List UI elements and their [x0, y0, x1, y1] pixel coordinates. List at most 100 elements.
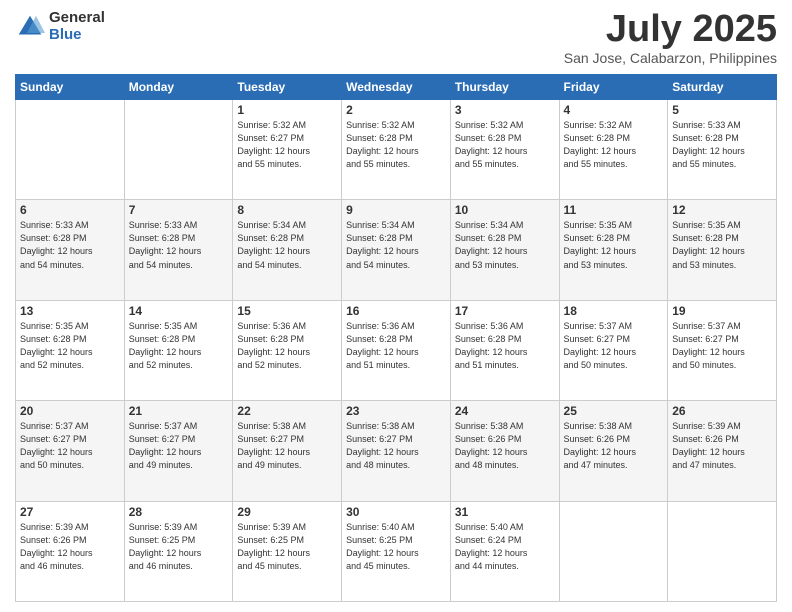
day-detail: Sunrise: 5:35 AM Sunset: 6:28 PM Dayligh… — [20, 320, 120, 372]
col-friday: Friday — [559, 75, 668, 100]
day-number: 31 — [455, 505, 555, 519]
day-number: 5 — [672, 103, 772, 117]
day-number: 12 — [672, 203, 772, 217]
day-number: 8 — [237, 203, 337, 217]
calendar-week-row: 27 Sunrise: 5:39 AM Sunset: 6:26 PM Dayli… — [16, 501, 777, 601]
day-detail: Sunrise: 5:33 AM Sunset: 6:28 PM Dayligh… — [20, 219, 120, 271]
day-detail: Sunrise: 5:37 AM Sunset: 6:27 PM Dayligh… — [564, 320, 664, 372]
logo: General Blue — [15, 10, 105, 43]
day-number: 28 — [129, 505, 229, 519]
day-number: 2 — [346, 103, 446, 117]
day-detail: Sunrise: 5:32 AM Sunset: 6:28 PM Dayligh… — [564, 119, 664, 171]
day-detail: Sunrise: 5:34 AM Sunset: 6:28 PM Dayligh… — [346, 219, 446, 271]
calendar-week-row: 1Sunrise: 5:32 AM Sunset: 6:27 PM Daylig… — [16, 100, 777, 200]
logo-blue: Blue — [49, 27, 105, 44]
day-detail: Sunrise: 5:35 AM Sunset: 6:28 PM Dayligh… — [672, 219, 772, 271]
table-row — [124, 100, 233, 200]
table-row: 14 Sunrise: 5:35 AM Sunset: 6:28 PM Dayli… — [124, 300, 233, 400]
day-detail: Sunrise: 5:36 AM Sunset: 6:28 PM Dayligh… — [237, 320, 337, 372]
table-row: 13Sunrise: 5:35 AM Sunset: 6:28 PM Dayli… — [16, 300, 125, 400]
day-number: 20 — [20, 404, 120, 418]
day-detail: Sunrise: 5:39 AM Sunset: 6:26 PM Dayligh… — [20, 521, 120, 573]
day-detail: Sunrise: 5:38 AM Sunset: 6:26 PM Dayligh… — [564, 420, 664, 472]
day-detail: Sunrise: 5:36 AM Sunset: 6:28 PM Dayligh… — [455, 320, 555, 372]
table-row: 25Sunrise: 5:38 AM Sunset: 6:26 PM Dayli… — [559, 401, 668, 501]
logo-icon — [15, 12, 45, 42]
day-detail: Sunrise: 5:35 AM Sunset: 6:28 PM Dayligh… — [564, 219, 664, 271]
table-row: 31 Sunrise: 5:40 AM Sunset: 6:24 PM Dayli… — [450, 501, 559, 601]
title-location: San Jose, Calabarzon, Philippines — [564, 50, 777, 66]
day-detail: Sunrise: 5:40 AM Sunset: 6:24 PM Dayligh… — [455, 521, 555, 573]
day-number: 17 — [455, 304, 555, 318]
day-detail: Sunrise: 5:37 AM Sunset: 6:27 PM Dayligh… — [129, 420, 229, 472]
day-number: 29 — [237, 505, 337, 519]
day-number: 9 — [346, 203, 446, 217]
table-row: 2Sunrise: 5:32 AM Sunset: 6:28 PM Daylig… — [342, 100, 451, 200]
day-number: 1 — [237, 103, 337, 117]
day-number: 19 — [672, 304, 772, 318]
logo-general: General — [49, 10, 105, 27]
table-row: 28 Sunrise: 5:39 AM Sunset: 6:25 PM Dayli… — [124, 501, 233, 601]
day-detail: Sunrise: 5:40 AM Sunset: 6:25 PM Dayligh… — [346, 521, 446, 573]
table-row: 8 Sunrise: 5:34 AM Sunset: 6:28 PM Daylig… — [233, 200, 342, 300]
header: General Blue July 2025 San Jose, Calabar… — [15, 10, 777, 66]
day-detail: Sunrise: 5:37 AM Sunset: 6:27 PM Dayligh… — [672, 320, 772, 372]
day-number: 24 — [455, 404, 555, 418]
table-row — [559, 501, 668, 601]
day-detail: Sunrise: 5:38 AM Sunset: 6:27 PM Dayligh… — [346, 420, 446, 472]
table-row: 26 Sunrise: 5:39 AM Sunset: 6:26 PM Dayli… — [668, 401, 777, 501]
table-row — [668, 501, 777, 601]
day-detail: Sunrise: 5:39 AM Sunset: 6:25 PM Dayligh… — [129, 521, 229, 573]
table-row: 24 Sunrise: 5:38 AM Sunset: 6:26 PM Dayli… — [450, 401, 559, 501]
table-row: 20Sunrise: 5:37 AM Sunset: 6:27 PM Dayli… — [16, 401, 125, 501]
table-row: 9 Sunrise: 5:34 AM Sunset: 6:28 PM Daylig… — [342, 200, 451, 300]
table-row: 27 Sunrise: 5:39 AM Sunset: 6:26 PM Dayli… — [16, 501, 125, 601]
day-number: 30 — [346, 505, 446, 519]
table-row: 11Sunrise: 5:35 AM Sunset: 6:28 PM Dayli… — [559, 200, 668, 300]
day-number: 4 — [564, 103, 664, 117]
title-month: July 2025 — [564, 10, 777, 48]
table-row: 12 Sunrise: 5:35 AM Sunset: 6:28 PM Dayli… — [668, 200, 777, 300]
day-detail: Sunrise: 5:33 AM Sunset: 6:28 PM Dayligh… — [672, 119, 772, 171]
table-row — [16, 100, 125, 200]
day-detail: Sunrise: 5:35 AM Sunset: 6:28 PM Dayligh… — [129, 320, 229, 372]
table-row: 21 Sunrise: 5:37 AM Sunset: 6:27 PM Dayli… — [124, 401, 233, 501]
day-number: 23 — [346, 404, 446, 418]
logo-text: General Blue — [49, 10, 105, 43]
day-detail: Sunrise: 5:34 AM Sunset: 6:28 PM Dayligh… — [237, 219, 337, 271]
day-detail: Sunrise: 5:39 AM Sunset: 6:26 PM Dayligh… — [672, 420, 772, 472]
table-row: 6 Sunrise: 5:33 AM Sunset: 6:28 PM Daylig… — [16, 200, 125, 300]
day-detail: Sunrise: 5:39 AM Sunset: 6:25 PM Dayligh… — [237, 521, 337, 573]
calendar-week-row: 13Sunrise: 5:35 AM Sunset: 6:28 PM Dayli… — [16, 300, 777, 400]
day-number: 18 — [564, 304, 664, 318]
day-number: 7 — [129, 203, 229, 217]
table-row: 23 Sunrise: 5:38 AM Sunset: 6:27 PM Dayli… — [342, 401, 451, 501]
day-number: 15 — [237, 304, 337, 318]
table-row: 1Sunrise: 5:32 AM Sunset: 6:27 PM Daylig… — [233, 100, 342, 200]
calendar-header-row: Sunday Monday Tuesday Wednesday Thursday… — [16, 75, 777, 100]
table-row: 29 Sunrise: 5:39 AM Sunset: 6:25 PM Dayli… — [233, 501, 342, 601]
day-detail: Sunrise: 5:33 AM Sunset: 6:28 PM Dayligh… — [129, 219, 229, 271]
day-number: 22 — [237, 404, 337, 418]
day-number: 21 — [129, 404, 229, 418]
day-detail: Sunrise: 5:38 AM Sunset: 6:26 PM Dayligh… — [455, 420, 555, 472]
day-number: 3 — [455, 103, 555, 117]
col-thursday: Thursday — [450, 75, 559, 100]
table-row: 4 Sunrise: 5:32 AM Sunset: 6:28 PM Daylig… — [559, 100, 668, 200]
day-number: 27 — [20, 505, 120, 519]
table-row: 19 Sunrise: 5:37 AM Sunset: 6:27 PM Dayli… — [668, 300, 777, 400]
table-row: 17 Sunrise: 5:36 AM Sunset: 6:28 PM Dayli… — [450, 300, 559, 400]
col-wednesday: Wednesday — [342, 75, 451, 100]
table-row: 7 Sunrise: 5:33 AM Sunset: 6:28 PM Daylig… — [124, 200, 233, 300]
col-tuesday: Tuesday — [233, 75, 342, 100]
title-block: July 2025 San Jose, Calabarzon, Philippi… — [564, 10, 777, 66]
table-row: 15 Sunrise: 5:36 AM Sunset: 6:28 PM Dayli… — [233, 300, 342, 400]
col-saturday: Saturday — [668, 75, 777, 100]
table-row: 3Sunrise: 5:32 AM Sunset: 6:28 PM Daylig… — [450, 100, 559, 200]
day-number: 6 — [20, 203, 120, 217]
day-number: 26 — [672, 404, 772, 418]
day-number: 14 — [129, 304, 229, 318]
calendar-week-row: 6 Sunrise: 5:33 AM Sunset: 6:28 PM Daylig… — [16, 200, 777, 300]
table-row: 10Sunrise: 5:34 AM Sunset: 6:28 PM Dayli… — [450, 200, 559, 300]
table-row: 5 Sunrise: 5:33 AM Sunset: 6:28 PM Daylig… — [668, 100, 777, 200]
